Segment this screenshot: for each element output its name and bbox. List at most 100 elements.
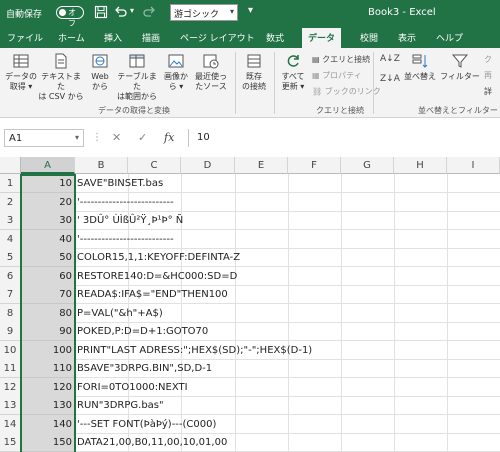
row-header[interactable]: 9 [0, 322, 21, 341]
column-header-g[interactable]: G [341, 157, 394, 174]
cell-a[interactable]: 100 [21, 340, 75, 360]
cancel-icon[interactable]: ✕ [112, 131, 121, 144]
clear-filter-button[interactable]: ク [484, 54, 492, 65]
row-header[interactable]: 8 [0, 303, 21, 323]
cell-b[interactable]: FORI=0TO1000:NEXTI [75, 378, 500, 397]
formula-bar: A1 ▾ ⋮ ✕ ✓ fx 10 [0, 126, 500, 150]
tab-help[interactable]: ヘルプ [436, 31, 463, 44]
row-header[interactable]: 13 [0, 396, 21, 415]
from-picture-button[interactable]: 画像か ら ▾ [160, 52, 192, 92]
cell-b[interactable]: READA$:IFA$="END"THEN100 [75, 285, 500, 304]
row-header[interactable]: 10 [0, 340, 21, 360]
document-title: Book3 - Excel [368, 7, 436, 18]
cell-b[interactable]: BSAVE"3DRPG.BIN",SD,D-1 [75, 359, 500, 378]
row-header[interactable]: 4 [0, 229, 21, 249]
cell-a[interactable]: 30 [21, 211, 75, 230]
autosave-toggle[interactable]: オフ [56, 6, 84, 28]
from-web-button[interactable]: Web から [86, 52, 114, 92]
undo-icon[interactable] [114, 5, 128, 19]
tab-home[interactable]: ホーム [58, 31, 85, 44]
cell-a[interactable]: 70 [21, 285, 75, 304]
row-header[interactable]: 5 [0, 248, 21, 267]
column-header-a[interactable]: A [21, 157, 75, 174]
properties-button[interactable]: ▦ プロパティ [312, 70, 362, 81]
get-data-button[interactable]: データの 取得 ▾ [4, 52, 38, 92]
font-name-box[interactable]: 游ゴシック ▾ [170, 4, 238, 21]
insert-function-icon[interactable]: fx [164, 131, 174, 144]
customize-toolbar-icon[interactable]: ▾ [248, 5, 253, 16]
tab-insert[interactable]: 挿入 [104, 31, 122, 44]
title-bar: 自動保存 オフ ▾ 游ゴシック ▾ ▾ Book3 - Excel [0, 0, 500, 28]
cell-a[interactable]: 90 [21, 322, 75, 341]
column-header-d[interactable]: D [181, 157, 235, 174]
cell-b[interactable]: DATA21,00,B0,11,00,10,01,00 [75, 433, 500, 452]
cell-b[interactable]: P=VAL("&h"+A$) [75, 304, 500, 323]
tab-file[interactable]: ファイル [7, 31, 43, 44]
refresh-all-button[interactable]: すべて 更新 ▾ [278, 52, 308, 92]
tab-draw[interactable]: 描画 [142, 31, 160, 44]
row-header[interactable]: 3 [0, 211, 21, 230]
row-header[interactable]: 1 [0, 174, 21, 193]
select-all-corner[interactable] [0, 157, 21, 174]
enter-icon[interactable]: ✓ [138, 131, 147, 144]
save-icon[interactable] [94, 5, 108, 19]
tab-view[interactable]: 表示 [398, 31, 416, 44]
column-header-f[interactable]: F [288, 157, 341, 174]
cell-a[interactable]: 60 [21, 266, 75, 286]
cell-b[interactable]: COLOR15,1,1:KEYOFF:DEFINTA-Z [75, 248, 500, 267]
undo-dropdown-icon[interactable]: ▾ [130, 6, 134, 15]
cell-b[interactable]: PRINT"LAST ADRESS:";HEX$(SD);"-";HEX$(D-… [75, 341, 500, 360]
tab-data[interactable]: データ [302, 28, 342, 48]
row-header[interactable]: 2 [0, 192, 21, 212]
redo-icon[interactable] [142, 5, 156, 19]
from-table-range-button[interactable]: テーブルまた は範囲から [114, 52, 160, 102]
column-header-e[interactable]: E [235, 157, 288, 174]
tab-review[interactable]: 校閲 [360, 31, 378, 44]
advanced-filter-button[interactable]: 詳 [484, 86, 492, 97]
cell-b[interactable]: SAVE"BINSET.bas [75, 174, 500, 193]
cell-a[interactable]: 40 [21, 229, 75, 249]
cell-a[interactable]: 20 [21, 192, 75, 212]
cell-b[interactable]: '-------------------------- [75, 230, 500, 249]
sort-za-button[interactable]: Z↓A [380, 74, 400, 84]
tab-formulas[interactable]: 数式 [266, 31, 284, 44]
cell-a[interactable]: 10 [21, 174, 75, 193]
row-header[interactable]: 6 [0, 266, 21, 286]
cell-b[interactable]: ' 3DÛ° ÙÌßÛ²Ÿ¸Þ¹Þ° Ñ [75, 211, 500, 230]
column-header-i[interactable]: I [447, 157, 500, 174]
cell-b[interactable]: '---SET FONT(ÞàÞý)---(C000) [75, 415, 500, 434]
recent-sources-button[interactable]: 最近使っ たソース [192, 52, 230, 92]
row-header[interactable]: 12 [0, 377, 21, 397]
cell-a[interactable]: 150 [21, 433, 75, 452]
from-text-csv-button[interactable]: テキストまた は CSV から [38, 52, 84, 102]
row-header[interactable]: 11 [0, 359, 21, 378]
reapply-filter-button[interactable]: 再 [484, 70, 492, 81]
row-header[interactable]: 15 [0, 433, 21, 452]
sort-button[interactable]: 並べ替え [402, 52, 438, 82]
column-header-h[interactable]: H [394, 157, 447, 174]
cell-a[interactable]: 50 [21, 248, 75, 267]
name-box[interactable]: A1 ▾ [4, 129, 84, 147]
formula-input[interactable]: 10 [188, 129, 500, 147]
column-header-c[interactable]: C [128, 157, 181, 174]
cell-a[interactable]: 120 [21, 377, 75, 397]
row-header[interactable]: 14 [0, 414, 21, 434]
sort-az-button[interactable]: A↓Z [380, 54, 400, 64]
cell-b[interactable]: POKED,P:D=D+1:GOTO70 [75, 322, 500, 341]
advanced-filter-label: 詳 [484, 87, 492, 96]
chevron-down-icon: ▾ [74, 133, 79, 142]
tab-page-layout[interactable]: ページ レイアウト [180, 31, 255, 44]
cell-a[interactable]: 140 [21, 414, 75, 434]
row-header[interactable]: 7 [0, 285, 21, 304]
cell-b[interactable]: RESTORE140:D=&HC000:SD=D [75, 267, 500, 286]
cell-a[interactable]: 80 [21, 303, 75, 323]
column-header-b[interactable]: B [75, 157, 128, 174]
existing-connections-button[interactable]: 既存 の接続 [238, 52, 270, 92]
filter-button[interactable]: フィルター [440, 52, 480, 82]
queries-connections-button[interactable]: ▤ クエリと接続 [312, 54, 370, 65]
cell-b[interactable]: '-------------------------- [75, 193, 500, 212]
cell-b[interactable]: RUN"3DRPG.bas" [75, 396, 500, 415]
edit-links-button[interactable]: ⛓ ブックのリンク [312, 86, 381, 97]
cell-a[interactable]: 130 [21, 396, 75, 415]
cell-a[interactable]: 110 [21, 359, 75, 378]
